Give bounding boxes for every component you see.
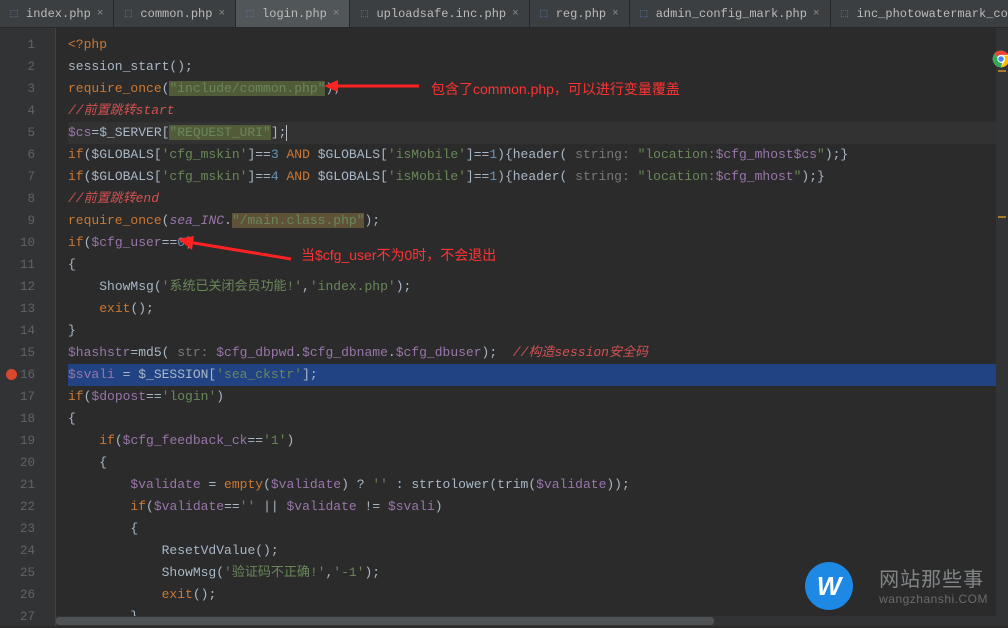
line-number: 2 — [0, 56, 55, 78]
line-number: 21 — [0, 474, 55, 496]
code-line: ResetVdValue(); — [68, 540, 1008, 562]
line-number: 15 — [0, 342, 55, 364]
breakpoint-icon[interactable] — [6, 369, 17, 380]
line-number: 20 — [0, 452, 55, 474]
code-line: //前置跳转end — [68, 188, 1008, 210]
tab-close-icon[interactable]: × — [333, 8, 340, 20]
line-number: 26 — [0, 584, 55, 606]
php-file-icon: ⬚ — [638, 8, 650, 20]
code-line: $cs=$_SERVER["REQUEST_URI"]; — [68, 122, 1008, 144]
tab-index-php[interactable]: ⬚ index.php × — [0, 0, 114, 27]
code-line: exit(); — [68, 298, 1008, 320]
code-line: { — [68, 254, 1008, 276]
tab-close-icon[interactable]: × — [218, 8, 225, 20]
tab-reg-php[interactable]: ⬚ reg.php × — [530, 0, 630, 27]
line-number: 14 — [0, 320, 55, 342]
editor-overview-ruler[interactable] — [996, 28, 1008, 626]
tab-close-icon[interactable]: × — [512, 8, 519, 20]
code-line: exit(); — [68, 584, 1008, 606]
line-number: 24 — [0, 540, 55, 562]
line-number: 11 — [0, 254, 55, 276]
tab-label: admin_config_mark.php — [656, 7, 807, 21]
horizontal-scrollbar[interactable] — [56, 616, 996, 626]
code-line: ShowMsg('验证码不正确!','-1'); — [68, 562, 1008, 584]
line-number: 7 — [0, 166, 55, 188]
watermark-logo: W — [805, 562, 853, 610]
code-line: //前置跳转start — [68, 100, 1008, 122]
line-number: 3 — [0, 78, 55, 100]
line-number: 10 — [0, 232, 55, 254]
tab-label: index.php — [26, 7, 91, 21]
tab-label: common.php — [140, 7, 212, 21]
line-number: 6 — [0, 144, 55, 166]
annotation-text: 包含了common.php，可以进行变量覆盖 — [431, 78, 680, 100]
line-number: 23 — [0, 518, 55, 540]
line-number: 9 — [0, 210, 55, 232]
scrollbar-thumb[interactable] — [56, 617, 714, 625]
code-line: } — [68, 320, 1008, 342]
code-line: $svali = $_SESSION['sea_ckstr']; — [68, 364, 1008, 386]
code-line: if($cfg_user==0) — [68, 232, 1008, 254]
code-line: ShowMsg('系统已关闭会员功能!','index.php'); — [68, 276, 1008, 298]
line-number: 19 — [0, 430, 55, 452]
tab-bar: ⬚ index.php × ⬚ common.php × ⬚ login.php × ⬚ up… — [0, 0, 1008, 28]
code-area[interactable]: <?php session_start(); require_once("inc… — [56, 28, 1008, 626]
tab-close-icon[interactable]: × — [612, 8, 619, 20]
line-number: 13 — [0, 298, 55, 320]
tab-label: login.php — [262, 7, 327, 21]
tab-common-php[interactable]: ⬚ common.php × — [114, 0, 236, 27]
code-line: if($GLOBALS['cfg_mskin']==3 AND $GLOBALS… — [68, 144, 1008, 166]
text-caret — [286, 125, 287, 141]
code-line: $hashstr=md5( str: $cfg_dbpwd.$cfg_dbnam… — [68, 342, 1008, 364]
code-line: require_once(sea_INC."/main.class.php"); — [68, 210, 1008, 232]
code-line: if($GLOBALS['cfg_mskin']==4 AND $GLOBALS… — [68, 166, 1008, 188]
editor: 1 2 3 4 5 6 7 8 9 10 11 12 13 14 15 16 1… — [0, 28, 1008, 626]
marker-icon — [998, 216, 1006, 218]
line-number: 12 — [0, 276, 55, 298]
line-number: 5 — [0, 122, 55, 144]
tab-close-icon[interactable]: × — [97, 8, 104, 20]
tab-inc-photowatermark-config-php[interactable]: ⬚inc_photowatermark_config.php× — [831, 0, 1008, 27]
php-file-icon: ⬚ — [8, 8, 20, 20]
line-number: 25 — [0, 562, 55, 584]
code-line: <?php — [68, 34, 1008, 56]
tab-login-php[interactable]: ⬚ login.php × — [236, 0, 350, 27]
tab-label: inc_photowatermark_config.php — [857, 7, 1008, 21]
code-line: if($cfg_feedback_ck=='1') — [68, 430, 1008, 452]
watermark-text: 网站那些事 wangzhanshi.COM — [879, 563, 988, 606]
annotation-text: 当$cfg_user不为0时，不会退出 — [301, 244, 496, 266]
php-file-icon: ⬚ — [538, 8, 550, 20]
code-line: { — [68, 408, 1008, 430]
line-number: 8 — [0, 188, 55, 210]
code-line: $validate = empty($validate) ? '' : strt… — [68, 474, 1008, 496]
php-file-icon: ⬚ — [358, 8, 370, 20]
code-line: { — [68, 452, 1008, 474]
code-line: if($dopost=='login') — [68, 386, 1008, 408]
line-number: 17 — [0, 386, 55, 408]
marker-icon — [998, 70, 1006, 72]
tab-admin-config-mark-php[interactable]: ⬚ admin_config_mark.php × — [630, 0, 831, 27]
tab-uploadsafe-inc-php[interactable]: ⬚ uploadsafe.inc.php × — [350, 0, 529, 27]
line-number: 22 — [0, 496, 55, 518]
line-number: 27 — [0, 606, 55, 628]
php-file-icon: ⬚ — [839, 8, 851, 20]
tab-label: uploadsafe.inc.php — [376, 7, 506, 21]
line-number: 18 — [0, 408, 55, 430]
php-file-icon: ⬚ — [122, 8, 134, 20]
chrome-icon — [992, 50, 1008, 68]
line-number: 1 — [0, 34, 55, 56]
line-number: 4 — [0, 100, 55, 122]
code-line: { — [68, 518, 1008, 540]
tab-label: reg.php — [556, 7, 606, 21]
code-line: session_start(); — [68, 56, 1008, 78]
tab-close-icon[interactable]: × — [813, 8, 820, 20]
code-line: if($validate=='' || $validate != $svali) — [68, 496, 1008, 518]
gutter[interactable]: 1 2 3 4 5 6 7 8 9 10 11 12 13 14 15 16 1… — [0, 28, 56, 626]
php-file-icon: ⬚ — [244, 8, 256, 20]
